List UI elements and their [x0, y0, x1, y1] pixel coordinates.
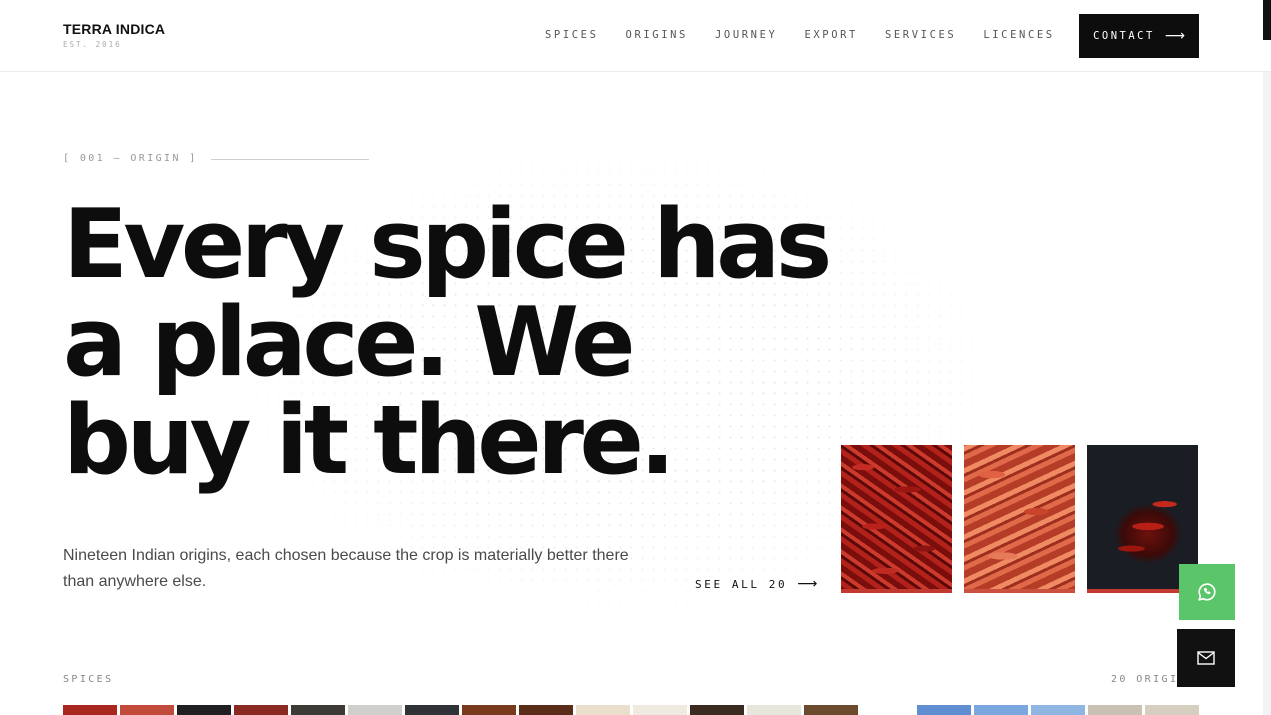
brand-est: EST. 2016 — [63, 40, 122, 49]
origin-thumbnail[interactable] — [1088, 705, 1142, 715]
card-accent-bar — [964, 589, 1075, 593]
nav-item-journey[interactable]: JOURNEY — [715, 29, 777, 41]
see-all-link[interactable]: SEE ALL 20 ⟶ — [695, 576, 817, 592]
hero-title-line-2: a place. We — [63, 288, 636, 398]
spice-thumbnail[interactable] — [462, 705, 516, 715]
spice-thumbnails — [63, 705, 858, 715]
spice-thumbnail[interactable] — [291, 705, 345, 715]
nav-item-export[interactable]: EXPORT — [804, 29, 858, 41]
spice-thumbnail[interactable] — [405, 705, 459, 715]
origin-thumbnails — [917, 705, 1199, 715]
mail-button[interactable] — [1177, 629, 1235, 687]
spice-card-chillies-2[interactable] — [964, 445, 1075, 593]
spice-thumbnail[interactable] — [576, 705, 630, 715]
hero-title-line-3: buy it there. — [63, 386, 676, 496]
origin-thumbnail[interactable] — [974, 705, 1028, 715]
nav-item-origins[interactable]: ORIGINS — [626, 29, 688, 41]
see-all-label: SEE ALL 20 — [695, 577, 788, 591]
spice-thumbnail[interactable] — [234, 705, 288, 715]
whatsapp-icon — [1198, 583, 1216, 601]
arrow-right-icon: ⟶ — [797, 576, 818, 592]
spice-thumbnail[interactable] — [690, 705, 744, 715]
spice-thumbnail[interactable] — [747, 705, 801, 715]
scrollbar-track[interactable] — [1263, 0, 1271, 715]
origin-thumbnail[interactable] — [1145, 705, 1199, 715]
brand-logo[interactable]: TERRA INDICA EST. 2016 — [63, 21, 165, 49]
spice-cards — [841, 445, 1198, 593]
nav-item-licences[interactable]: LICENCES — [983, 29, 1054, 41]
card-accent-bar — [841, 589, 952, 593]
contact-button[interactable]: CONTACT ⟶ — [1079, 14, 1199, 58]
spice-thumbnail[interactable] — [120, 705, 174, 715]
scrollbar-thumb[interactable] — [1263, 0, 1271, 40]
spice-card-chillies-1[interactable] — [841, 445, 952, 593]
contact-label: CONTACT — [1093, 30, 1155, 42]
origin-thumbnail[interactable] — [1031, 705, 1085, 715]
hero-title: Every spice has a place. We buy it there… — [63, 190, 832, 496]
site-header: TERRA INDICA EST. 2016 SPICES ORIGINS JO… — [0, 0, 1271, 72]
main-nav: SPICES ORIGINS JOURNEY EXPORT SERVICES L… — [545, 29, 1082, 41]
nav-item-spices[interactable]: SPICES — [545, 29, 599, 41]
spice-thumbnail[interactable] — [348, 705, 402, 715]
mail-icon — [1197, 651, 1215, 665]
spice-thumbnail[interactable] — [177, 705, 231, 715]
spice-thumbnail[interactable] — [63, 705, 117, 715]
origin-thumbnail[interactable] — [917, 705, 971, 715]
spice-thumbnail[interactable] — [804, 705, 858, 715]
spice-thumbnail[interactable] — [633, 705, 687, 715]
section-divider — [211, 159, 369, 160]
spices-strip-label: SPICES — [63, 674, 114, 685]
hero-subtitle: Nineteen Indian origins, each chosen bec… — [63, 547, 629, 590]
nav-item-services[interactable]: SERVICES — [885, 29, 956, 41]
brand-name: TERRA INDICA — [63, 21, 166, 37]
arrow-right-icon: ⟶ — [1164, 28, 1185, 44]
section-label: [ 001 — ORIGIN ] — [63, 153, 198, 164]
whatsapp-button[interactable] — [1179, 564, 1235, 620]
hero-title-line-1: Every spice has — [63, 190, 832, 300]
spice-thumbnail[interactable] — [519, 705, 573, 715]
